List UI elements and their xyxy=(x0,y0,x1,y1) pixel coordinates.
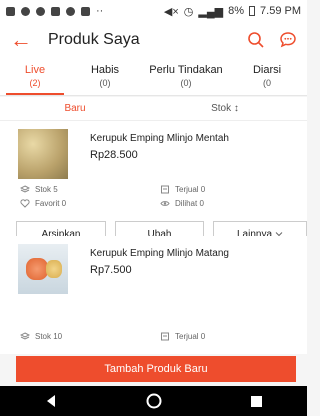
sort-newest[interactable]: Baru xyxy=(0,103,150,114)
message-icon xyxy=(51,6,60,16)
stock-stat: Stok 5 xyxy=(20,185,58,194)
sold-stat: Terjual 0 xyxy=(160,185,205,194)
add-product-button[interactable]: Tambah Produk Baru xyxy=(16,356,296,382)
sold-value: Terjual 0 xyxy=(175,185,206,194)
app-header: ← Produk Saya xyxy=(0,22,307,58)
favorite-stat: Favorit 0 xyxy=(20,199,66,208)
favorite-value: Favorit 0 xyxy=(35,199,67,208)
sold-value: Terjual 0 xyxy=(175,332,206,341)
tab-label: Habis xyxy=(90,64,120,76)
stock-value: Stok 10 xyxy=(35,332,63,341)
back-icon[interactable] xyxy=(44,394,58,408)
status-tabs: Live (2) Habis (0) Perlu Tindakan (0) Di… xyxy=(0,58,307,96)
eye-icon xyxy=(160,201,170,206)
stock-value: Stok 5 xyxy=(35,185,58,194)
product-price: Rp28.500 xyxy=(90,149,138,161)
tab-live[interactable]: Live (2) xyxy=(0,58,70,95)
product-name: Kerupuk Emping Mlinjo Mentah xyxy=(90,133,229,144)
tab-label: Perlu Tindakan xyxy=(149,64,223,76)
heart-icon xyxy=(20,199,30,208)
tab-diarsipkan[interactable]: Diarsi (0 xyxy=(232,58,302,95)
app-icon xyxy=(66,6,75,16)
tab-label: Diarsi xyxy=(252,64,282,76)
clock: 7.59 PM xyxy=(260,5,301,17)
system-navbar xyxy=(0,386,307,416)
viewed-stat: Dilihat 0 xyxy=(160,199,204,208)
tab-count: (2) xyxy=(29,78,41,88)
product-name: Kerupuk Emping Mlinjo Matang xyxy=(90,248,229,259)
page-title: Produk Saya xyxy=(48,31,140,48)
sort-stock[interactable]: Stok ↕ xyxy=(150,103,300,114)
tab-count: (0 xyxy=(262,78,271,88)
product-image xyxy=(18,244,68,294)
stock-stat: Stok 10 xyxy=(20,332,62,341)
stack-icon xyxy=(20,332,30,340)
home-icon[interactable] xyxy=(146,393,162,409)
product-card[interactable]: Kerupuk Emping Mlinjo Matang Rp7.500 Sto… xyxy=(0,236,307,354)
app-icon xyxy=(36,6,45,16)
arrow-left-icon[interactable]: ← xyxy=(10,29,34,51)
status-bar: ·· ◀× ◷ ▂▄▆ 8% 7.59 PM xyxy=(0,0,307,22)
tab-perlu-tindakan[interactable]: Perlu Tindakan (0) xyxy=(140,58,232,95)
search-icon[interactable] xyxy=(247,31,265,49)
alarm-icon: ◷ xyxy=(183,5,194,18)
product-price: Rp7.500 xyxy=(90,264,132,276)
viewed-value: Dilihat 0 xyxy=(175,199,204,208)
sold-stat: Terjual 0 xyxy=(160,332,205,341)
recents-icon[interactable] xyxy=(250,395,263,408)
tab-count: (0) xyxy=(180,78,192,88)
signal-icon: ▂▄▆ xyxy=(198,5,224,18)
mute-icon: ◀× xyxy=(163,5,179,18)
tab-habis[interactable]: Habis (0) xyxy=(70,58,140,95)
battery-percent: 8% xyxy=(228,5,245,17)
sort-bar: Baru Stok ↕ xyxy=(0,97,307,121)
receipt-icon xyxy=(161,332,169,341)
notification-icons: ·· xyxy=(6,5,103,17)
stack-icon xyxy=(20,185,30,193)
tab-count: (0) xyxy=(99,78,111,88)
whatsapp-icon xyxy=(21,6,30,16)
battery-icon xyxy=(249,6,256,16)
chat-icon[interactable] xyxy=(279,31,297,49)
notification-icon xyxy=(6,6,15,16)
tab-label: Live xyxy=(24,64,46,76)
more-notifications-icon: ·· xyxy=(96,5,104,17)
receipt-icon xyxy=(161,185,169,194)
product-image xyxy=(18,129,68,179)
download-icon xyxy=(81,6,90,16)
